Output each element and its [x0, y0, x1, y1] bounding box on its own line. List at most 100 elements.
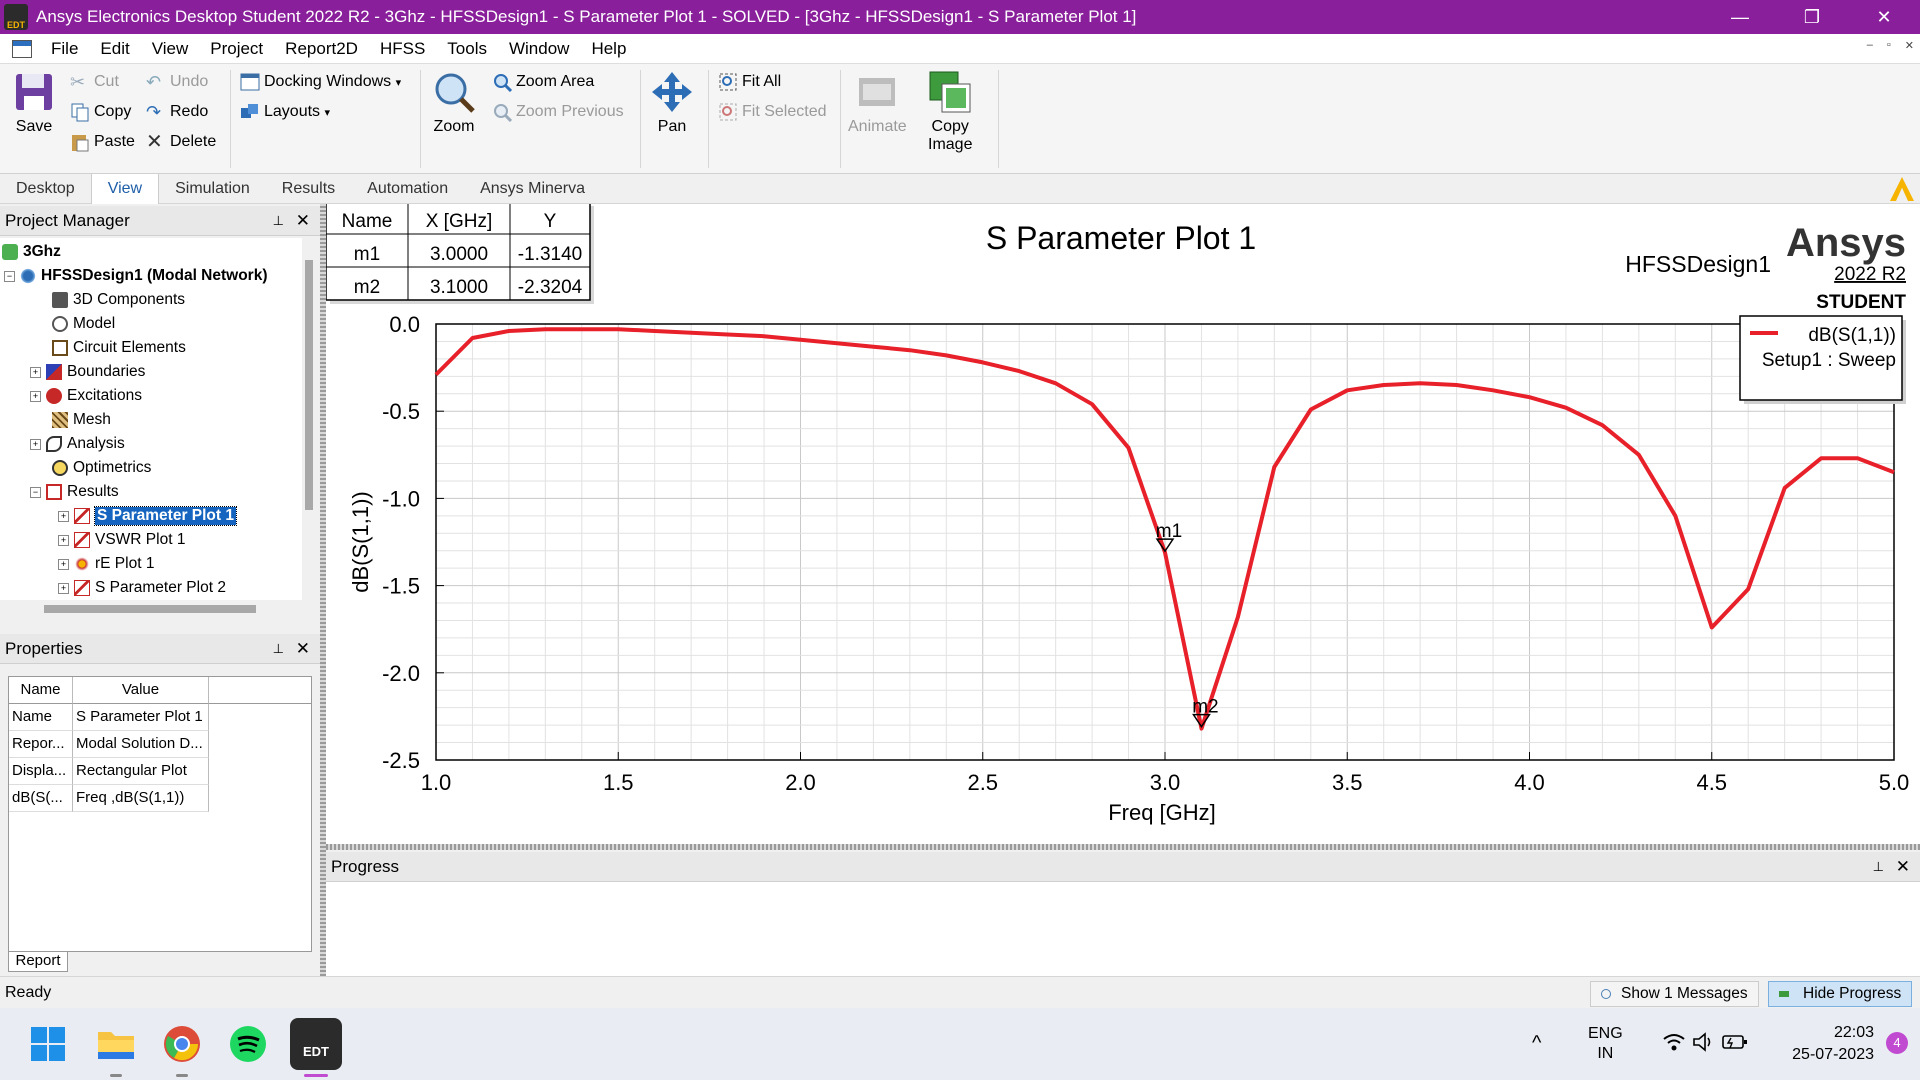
menu-file[interactable]: File: [40, 39, 89, 59]
notification-badge[interactable]: 4: [1886, 1032, 1908, 1054]
menu-project[interactable]: Project: [199, 39, 274, 59]
menu-edit[interactable]: Edit: [89, 39, 140, 59]
tree-item-excitations[interactable]: + Excitations: [30, 384, 142, 408]
restore-button[interactable]: ❐: [1776, 0, 1848, 34]
expand-icon[interactable]: +: [30, 390, 41, 402]
undo-button[interactable]: ↶ Undo: [146, 72, 208, 92]
show-messages-button[interactable]: Show 1 Messages: [1590, 981, 1759, 1007]
property-row[interactable]: Name S Parameter Plot 1: [9, 704, 209, 731]
tree-item-s-parameter-plot-2[interactable]: + S Parameter Plot 2: [58, 576, 226, 600]
wifi-icon[interactable]: [1662, 1032, 1686, 1052]
fit-selected-icon: [719, 103, 737, 121]
y-tick-label: -2.0: [382, 661, 420, 686]
close-button[interactable]: ✕: [1848, 0, 1920, 34]
tree-vertical-scrollbar[interactable]: [302, 238, 316, 600]
save-button[interactable]: Save: [12, 70, 56, 136]
tree-item-project[interactable]: 3Ghz: [2, 240, 61, 264]
animate-button[interactable]: Animate: [848, 70, 907, 136]
pin-icon[interactable]: ⊥: [1873, 859, 1884, 875]
tree-item-vswr-plot-1[interactable]: + VSWR Plot 1: [58, 528, 185, 552]
clock[interactable]: 22:03 25-07-2023: [1778, 1022, 1874, 1066]
menu-tools[interactable]: Tools: [436, 39, 498, 59]
horizontal-splitter[interactable]: [326, 844, 1920, 850]
menu-view[interactable]: View: [141, 39, 200, 59]
undo-icon: ↶: [146, 72, 162, 92]
collapse-icon[interactable]: −: [4, 270, 15, 282]
tree-item-design[interactable]: − HFSSDesign1 (Modal Network): [4, 264, 268, 288]
marker-label: m2: [1192, 697, 1218, 718]
close-icon[interactable]: ✕: [296, 211, 310, 231]
paste-button[interactable]: Paste: [70, 132, 135, 152]
collapse-icon[interactable]: −: [30, 486, 41, 498]
tray-overflow-chevron-icon[interactable]: ^: [1532, 1032, 1541, 1055]
close-icon[interactable]: ✕: [296, 639, 310, 659]
windows-start-icon[interactable]: [26, 1022, 70, 1066]
tree-item-mesh[interactable]: Mesh: [52, 408, 111, 432]
clipboard-icon: [72, 135, 89, 152]
expand-icon[interactable]: +: [58, 510, 69, 522]
tree-horizontal-scrollbar[interactable]: [0, 600, 316, 616]
battery-icon[interactable]: [1722, 1032, 1748, 1052]
fit-all-button[interactable]: Fit All: [718, 72, 781, 92]
pan-button[interactable]: Pan: [650, 70, 694, 136]
zoom-area-button[interactable]: Zoom Area: [492, 72, 594, 92]
property-row[interactable]: Displa... Rectangular Plot: [9, 758, 209, 785]
zoom-previous-button[interactable]: Zoom Previous: [492, 102, 624, 122]
zoom-button[interactable]: Zoom: [432, 70, 476, 136]
spotify-icon[interactable]: [226, 1022, 270, 1066]
tab-report[interactable]: Report: [8, 952, 68, 972]
tab-automation[interactable]: Automation: [351, 180, 464, 198]
tab-simulation[interactable]: Simulation: [159, 180, 266, 198]
tree-item-s-parameter-plot-1[interactable]: + S Parameter Plot 1: [58, 504, 237, 528]
expand-icon[interactable]: +: [58, 582, 69, 594]
tree-item-3d-components[interactable]: 3D Components: [52, 288, 185, 312]
cut-button[interactable]: ✂ Cut: [70, 72, 119, 92]
delete-button[interactable]: ✕ Delete: [146, 132, 216, 152]
docking-windows-icon: [240, 73, 260, 91]
volume-icon[interactable]: [1692, 1032, 1716, 1052]
s-parameter-chart[interactable]: S Parameter Plot 1 HFSSDesign1 Ansys 202…: [325, 201, 1920, 844]
tree-item-optimetrics[interactable]: Optimetrics: [52, 456, 151, 480]
close-icon[interactable]: ✕: [1896, 857, 1910, 877]
fit-selected-button[interactable]: Fit Selected: [718, 102, 826, 122]
hide-progress-button[interactable]: Hide Progress: [1768, 981, 1913, 1007]
file-explorer-icon[interactable]: [94, 1022, 138, 1066]
mdi-restore-button[interactable]: ▫: [1887, 39, 1891, 52]
tree-item-boundaries[interactable]: + Boundaries: [30, 360, 145, 384]
ansys-edt-taskbar-icon[interactable]: EDT: [290, 1018, 342, 1070]
menu-hfss[interactable]: HFSS: [369, 39, 436, 59]
plot-window[interactable]: S Parameter Plot 1 HFSSDesign1 Ansys 202…: [325, 201, 1920, 844]
redo-button[interactable]: ↷ Redo: [146, 102, 208, 122]
tree-item-model[interactable]: Model: [52, 312, 115, 336]
mdi-close-button[interactable]: ✕: [1905, 39, 1914, 52]
layouts-dropdown[interactable]: Layouts ▾: [240, 102, 330, 122]
property-row[interactable]: Repor... Modal Solution D...: [9, 731, 209, 758]
menu-report2d[interactable]: Report2D: [274, 39, 369, 59]
pin-icon[interactable]: ⊥: [273, 213, 284, 229]
language-indicator[interactable]: ENG IN: [1588, 1024, 1623, 1064]
status-bar: Ready Show 1 Messages Hide Progress: [0, 976, 1920, 1008]
tree-item-analysis[interactable]: + Analysis: [30, 432, 125, 456]
menu-help[interactable]: Help: [580, 39, 637, 59]
expand-icon[interactable]: +: [58, 558, 69, 570]
docking-windows-dropdown[interactable]: Docking Windows ▾: [240, 72, 401, 92]
property-row[interactable]: dB(S(... Freq ,dB(S(1,1)): [9, 785, 209, 812]
tree-item-re-plot-1[interactable]: + rE Plot 1: [58, 552, 154, 576]
tab-ansys-minerva[interactable]: Ansys Minerva: [464, 180, 601, 198]
tab-results[interactable]: Results: [266, 180, 351, 198]
copy-button[interactable]: Copy: [70, 102, 131, 122]
pin-icon[interactable]: ⊥: [273, 641, 284, 657]
tree-item-results[interactable]: − Results: [30, 480, 119, 504]
menu-window[interactable]: Window: [498, 39, 580, 59]
tab-view[interactable]: View: [90, 173, 160, 204]
minimize-button[interactable]: —: [1704, 0, 1776, 34]
legend[interactable]: dB(S(1,1)) Setup1 : Sweep: [1739, 315, 1906, 404]
expand-icon[interactable]: +: [58, 534, 69, 546]
tab-desktop[interactable]: Desktop: [0, 180, 91, 198]
mdi-minimize-button[interactable]: –: [1867, 39, 1873, 52]
expand-icon[interactable]: +: [30, 438, 41, 450]
copy-image-button[interactable]: Copy Image: [928, 70, 972, 154]
tree-item-circuit-elements[interactable]: Circuit Elements: [52, 336, 186, 360]
expand-icon[interactable]: +: [30, 366, 41, 378]
chrome-icon[interactable]: [160, 1022, 204, 1066]
